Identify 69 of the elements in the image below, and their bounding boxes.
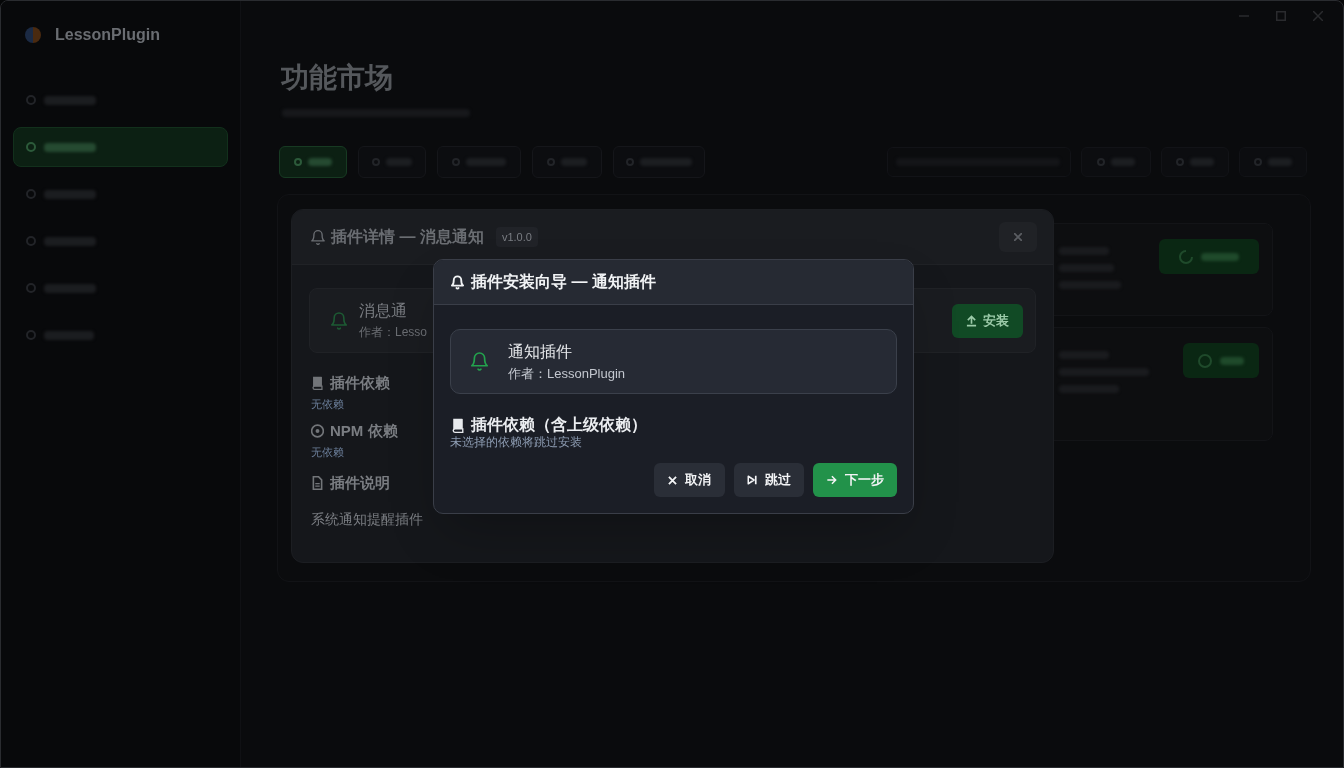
nav-icon [26,283,36,293]
document-icon [311,476,324,490]
section-heading: NPM 依赖 [330,421,398,441]
bell-icon [471,352,488,371]
tab-icon [372,158,380,166]
blurred-text [44,142,96,152]
arrow-right-icon [826,475,837,485]
tab-icon [294,158,302,166]
plugin-name: 消息通 [359,301,407,321]
bell-icon [331,311,347,330]
skip-button[interactable]: 跳过 [734,463,804,497]
filter-tab[interactable] [279,146,347,178]
toolbar-button[interactable] [1081,147,1151,177]
section-heading: 插件说明 [330,473,390,493]
section-heading: 插件依赖（含上级依赖） [471,415,647,435]
toolbar-icon [1176,158,1184,166]
plugin-author: 作者：Lesso [359,324,428,340]
section-note: 无依赖 [311,445,344,459]
close-icon [1313,11,1323,21]
upload-icon [966,314,977,327]
bell-icon [451,274,464,290]
app-name: LessonPlugin [55,25,160,45]
plugin-author: 作者：LessonPlugin [508,364,626,383]
blurred-text [308,158,332,166]
page-title: 功能市场 [281,61,393,95]
toolbar-icon [1097,158,1105,166]
plugin-name: 通知插件 [508,341,572,362]
card-button[interactable] [1183,343,1259,378]
filter-tab[interactable] [613,146,705,178]
book-icon [452,417,464,433]
section-heading: 插件依赖 [330,373,390,393]
install-button[interactable]: 安装 [952,303,1023,338]
next-button[interactable]: 下一步 [813,463,897,497]
bell-icon [311,229,325,245]
tab-icon [547,158,555,166]
nav-icon [26,330,36,340]
circle-icon [1198,353,1212,368]
spinner-icon [1179,249,1193,264]
toolbar-button[interactable] [1161,147,1229,177]
close-icon [1014,233,1022,241]
nav-icon [26,95,36,105]
tab-icon [626,158,634,166]
skip-icon [747,475,757,485]
sidebar-item[interactable] [13,127,228,167]
close-icon [668,475,677,485]
logo-icon [25,27,41,43]
close-button[interactable] [999,222,1037,252]
blurred-text [1220,356,1244,365]
dialog-title: 插件安装向导 — 通知插件 [471,272,656,292]
version-badge: v1.0.0 [495,226,538,248]
book-icon [311,376,324,390]
gear-icon [311,424,324,438]
nav-icon [26,142,36,152]
maximize-icon [1276,11,1286,21]
filter-tab[interactable] [437,146,521,178]
filter-tab[interactable] [532,146,602,178]
section-text: 系统通知提醒插件 [311,510,423,529]
filter-tab[interactable] [358,146,426,178]
nav-icon [26,189,36,199]
section-note: 无依赖 [311,397,344,411]
dialog-title: 插件详情 — 消息通知 [331,227,484,247]
cancel-button[interactable]: 取消 [654,463,725,497]
tab-icon [452,158,460,166]
nav-icon [26,236,36,246]
toolbar-icon [1254,158,1262,166]
card-button[interactable] [1159,239,1259,274]
section-hint: 未选择的依赖将跳过安装 [450,435,582,450]
blurred-text [1201,252,1239,261]
toolbar-button[interactable] [1239,147,1307,177]
